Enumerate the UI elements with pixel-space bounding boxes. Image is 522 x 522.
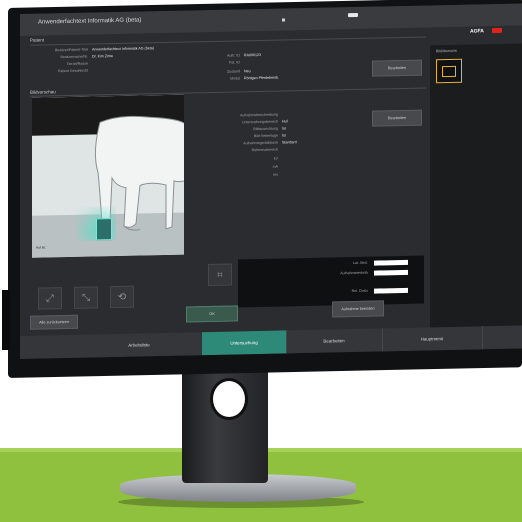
exam-value: RA000123 [244, 52, 261, 58]
flip-tool-icon[interactable]: ⤡ [74, 286, 98, 309]
monitor-screen: Anwenderfachtext Informatik AG (beta) AG… [20, 3, 522, 360]
exposure-label: Bild-Seitenlage [253, 133, 278, 139]
exposure-value: Standard [282, 140, 297, 145]
dose-label: Lat. Abst. [353, 260, 368, 266]
edit-patient-button[interactable]: Bearbeiten [372, 59, 422, 77]
tab-main-menu[interactable]: Hauptmenü [382, 326, 483, 352]
exposure-label: Aufnahmebeschreibung [240, 112, 278, 118]
reset-all-button[interactable]: Alle zurücksetzen [30, 314, 78, 330]
thumbnail-frame [442, 65, 456, 78]
tab-worklist[interactable]: Arbeitsliste [76, 332, 203, 358]
monitor-side-port [2, 290, 10, 350]
divider [30, 36, 426, 46]
exposure-label: Aufnahmegerätklasse [243, 140, 278, 146]
finish-acquisition-button[interactable]: Aufnahme beenden [332, 300, 384, 318]
dose-label: Rel. Dosis [351, 288, 368, 294]
tab-examination[interactable]: Untersuchung [202, 330, 287, 356]
exposure-label: kV [273, 156, 278, 161]
crop-tool-icon[interactable]: ⌗ [208, 263, 232, 287]
image-thumbnail[interactable] [436, 58, 462, 84]
app-title: Anwenderfachtext Informatik AG (beta) [38, 17, 142, 26]
stand-cable-hole [210, 378, 248, 420]
exposure-label: ms [273, 172, 278, 177]
exam-label: Zustand [227, 69, 240, 74]
title-handle[interactable] [348, 12, 358, 18]
exposure-label: Referenzbereich [251, 147, 278, 153]
exam-label: Auftr. ID [227, 53, 240, 58]
patient-label: Tierart/Rasse [66, 61, 88, 67]
agfa-logo-mark [492, 27, 502, 34]
exposure-label: mA [272, 164, 278, 169]
edit-exposure-button[interactable]: Bearbeiten [372, 109, 422, 127]
xray-preview-image[interactable]: Huf lat. [32, 94, 184, 258]
agfa-logo-text: AGFA [470, 28, 484, 35]
exam-value: Röntgen Pferdebeinb. [244, 75, 279, 81]
title-indicator [282, 18, 285, 22]
exposure-value: Huf [282, 119, 288, 124]
rotate-tool-icon[interactable]: ⤢ [38, 287, 62, 310]
distance-input[interactable] [374, 259, 408, 266]
exam-label: Modal [230, 76, 240, 81]
image-caption: Huf lat. [36, 245, 47, 250]
exam-value: Neu [244, 69, 251, 74]
exposure-label: Untersuchungsbereich [242, 119, 278, 125]
dose-input[interactable] [374, 287, 408, 294]
ok-button[interactable]: OK [186, 305, 238, 323]
exposure-label: Bildausrichtung [253, 126, 278, 132]
tab-edit[interactable]: Bearbeiten [286, 328, 383, 354]
patient-value: Dr. Kim Zirne [92, 54, 113, 59]
patient-label: Patient Geschlecht [57, 68, 88, 74]
detector-cassette [96, 218, 112, 241]
dose-label: Aufnahmetechnik [340, 270, 368, 276]
patient-value: Anwenderfachtext Informatik AG (beta) [92, 46, 154, 52]
image-overview-panel: Bildübersicht [430, 43, 522, 336]
reset-tool-icon[interactable]: ⟲ [110, 285, 134, 309]
exposure-value: lat [282, 133, 286, 138]
patient-section-title: Patient [30, 37, 45, 43]
patient-label: Besitzer/Patient-Titel [54, 47, 88, 53]
exposure-control-panel: Lat. Abst. Aufnahmetechnik Rel. Dosis [238, 255, 424, 308]
overview-title: Bildübersicht [436, 48, 457, 54]
technique-input[interactable] [374, 269, 408, 276]
divider [30, 87, 426, 97]
patient-label: Besitzername/Nr. [60, 54, 88, 60]
exam-label: Pat. ID [229, 60, 240, 65]
image-section-title: Bildvorschau [30, 89, 56, 95]
exposure-value: lat [282, 126, 286, 131]
